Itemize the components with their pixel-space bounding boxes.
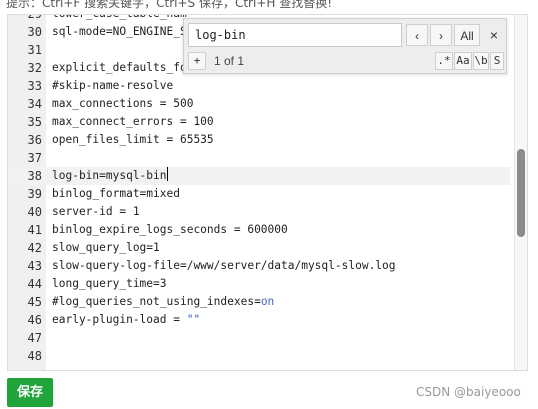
toggle-replace-button[interactable]: + — [188, 52, 206, 70]
save-button[interactable]: 保存 — [7, 378, 53, 407]
watermark: CSDN @baiyeooo — [416, 385, 521, 399]
line-text[interactable]: sql-mode=NO_ENGINE_S — [52, 23, 187, 41]
code-token: "" — [186, 313, 201, 326]
code-text: server-id = 1 — [52, 205, 140, 218]
line-text[interactable]: slow-query-log-file=/www/server/data/mys… — [52, 257, 396, 275]
code-text: early-plugin-load = — [52, 313, 187, 326]
line-number: 32 — [27, 61, 42, 75]
code-line[interactable]: 47 — [8, 329, 510, 347]
line-number: 41 — [27, 223, 42, 237]
line-text[interactable]: max_connections = 500 — [52, 95, 193, 113]
code-line[interactable]: 38 log-bin=mysql-bin — [8, 167, 510, 185]
text-cursor — [166, 167, 168, 181]
line-text[interactable]: #skip-name-resolve — [52, 77, 173, 95]
code-line[interactable]: 45 #log_queries_not_using_indexes=on — [8, 293, 510, 311]
scrollbar-thumb[interactable] — [517, 149, 525, 237]
line-number: 40 — [27, 205, 42, 219]
code-line[interactable]: 33 #skip-name-resolve — [8, 77, 510, 95]
code-line[interactable]: 41 binlog_expire_logs_seconds = 600000 — [8, 221, 510, 239]
find-all-button[interactable]: All — [454, 24, 480, 46]
line-text[interactable]: binlog_format=mixed — [52, 185, 180, 203]
line-text[interactable]: long_query_time=3 — [52, 275, 167, 293]
code-text: max_connections = 500 — [52, 97, 194, 110]
case-sensitive-toggle[interactable]: Aa — [454, 52, 472, 70]
line-number: 33 — [27, 79, 42, 93]
code-text: slow-query-log-file=/www/server/data/mys… — [52, 259, 396, 272]
find-panel: log-bin ‹ › All × + 1 of 1 .* Aa \b S — [183, 18, 507, 74]
line-number: 44 — [27, 277, 42, 291]
search-input[interactable]: log-bin — [188, 23, 402, 47]
code-text: binlog_expire_logs_seconds = 600000 — [52, 223, 288, 236]
code-line[interactable]: 35 max_connect_errors = 100 — [8, 113, 510, 131]
line-number: 45 — [27, 295, 42, 309]
close-icon[interactable]: × — [486, 25, 502, 45]
code-text: slow_query_log=1 — [52, 241, 160, 254]
code-line[interactable]: 34 max_connections = 500 — [8, 95, 510, 113]
code-line[interactable]: 43 slow-query-log-file=/www/server/data/m… — [8, 257, 510, 275]
line-number: 36 — [27, 133, 42, 147]
line-number: 30 — [27, 25, 42, 39]
regex-toggle[interactable]: .* — [435, 52, 453, 70]
line-number: 39 — [27, 187, 42, 201]
code-line[interactable]: 39 binlog_format=mixed — [8, 185, 510, 203]
line-number: 47 — [27, 331, 42, 345]
line-number: 43 — [27, 259, 42, 273]
code-text: #log_queries_not_using_indexes= — [52, 295, 261, 308]
code-line[interactable]: 44 long_query_time=3 — [8, 275, 510, 293]
line-text[interactable]: binlog_expire_logs_seconds = 600000 — [52, 221, 288, 239]
line-text[interactable]: server-id = 1 — [52, 203, 140, 221]
line-text[interactable]: log-bin=mysql-bin — [52, 167, 168, 185]
code-text: lower_case_table_nam — [52, 15, 187, 20]
line-number: 29 — [27, 14, 42, 21]
line-text[interactable]: #log_queries_not_using_indexes=on — [52, 293, 274, 311]
find-next-button[interactable]: › — [430, 24, 452, 46]
line-number: 35 — [27, 115, 42, 129]
line-number: 48 — [27, 349, 42, 363]
whole-word-toggle[interactable]: \b — [473, 52, 489, 70]
code-text: max_connect_errors = 100 — [52, 115, 214, 128]
code-text: log-bin=mysql-bin — [52, 169, 167, 182]
code-token: on — [260, 295, 275, 308]
code-line[interactable]: 37 — [8, 149, 510, 167]
code-line[interactable]: 46 early-plugin-load = "" — [8, 311, 510, 329]
line-text[interactable]: max_connect_errors = 100 — [52, 113, 214, 131]
line-text[interactable]: early-plugin-load = "" — [52, 311, 200, 329]
line-number: 42 — [27, 241, 42, 255]
line-text[interactable]: slow_query_log=1 — [52, 239, 160, 257]
vertical-scrollbar[interactable] — [514, 15, 527, 370]
code-line[interactable]: 36 open_files_limit = 65535 — [8, 131, 510, 149]
line-text[interactable]: lower_case_table_nam — [52, 15, 187, 23]
code-text: sql-mode=NO_ENGINE_S — [52, 25, 187, 38]
code-text: #skip-name-resolve — [52, 79, 174, 92]
search-in-selection-toggle[interactable]: S — [490, 52, 504, 70]
shortcut-hint: 提示：Ctrl+F 搜索关键字，Ctrl+S 保存，Ctrl+H 查找替换! — [6, 0, 333, 10]
line-number: 38 — [27, 169, 42, 183]
code-line[interactable]: 48 — [8, 347, 510, 365]
code-line[interactable]: 42 slow_query_log=1 — [8, 239, 510, 257]
code-text: open_files_limit = 65535 — [52, 133, 214, 146]
match-count: 1 of 1 — [214, 54, 245, 68]
code-line[interactable]: 40 server-id = 1 — [8, 203, 510, 221]
code-text: binlog_format=mixed — [52, 187, 180, 200]
line-number: 37 — [27, 151, 42, 165]
line-number: 46 — [27, 313, 42, 327]
code-text: long_query_time=3 — [52, 277, 167, 290]
line-number: 31 — [27, 43, 42, 57]
line-number: 34 — [27, 97, 42, 111]
find-previous-button[interactable]: ‹ — [406, 24, 428, 46]
line-text[interactable]: open_files_limit = 65535 — [52, 131, 214, 149]
